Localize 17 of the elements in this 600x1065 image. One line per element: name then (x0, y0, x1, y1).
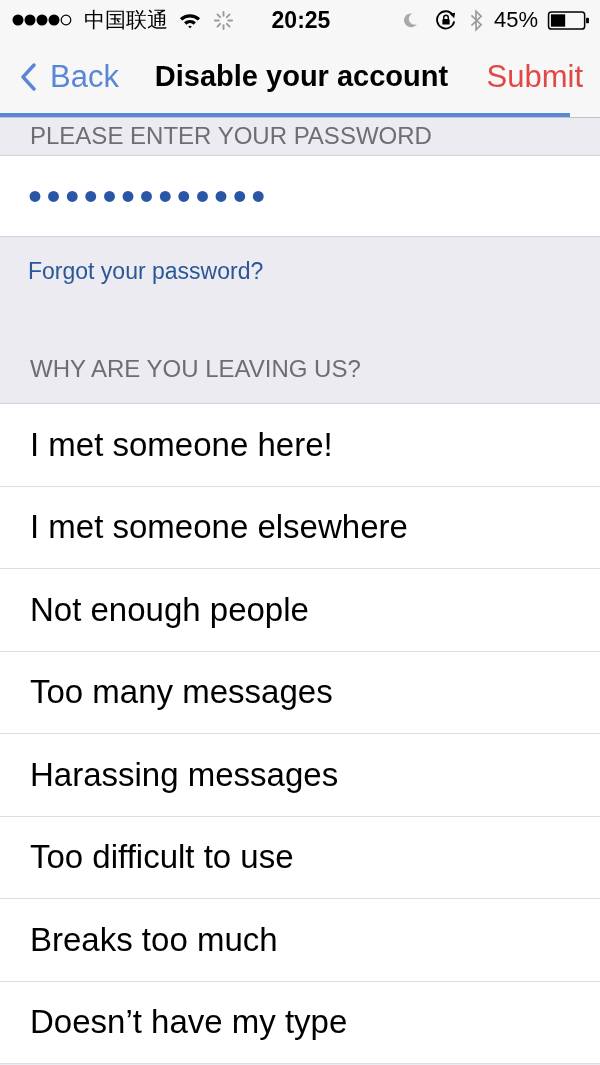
battery-percentage: 45% (493, 7, 538, 33)
moon-icon (403, 12, 417, 28)
chevron-left-icon (20, 62, 36, 91)
battery-icon (547, 10, 590, 30)
status-time: 20:25 (271, 6, 331, 34)
bluetooth-icon (469, 8, 483, 32)
wifi-icon (179, 11, 201, 29)
section-header: PLEASE ENTER YOUR PASSWORD (30, 122, 432, 150)
section-header: WHY ARE YOU LEAVING US? (30, 355, 361, 383)
activity-spinner-icon (214, 10, 233, 30)
nav-title: Disable your account (154, 60, 449, 93)
signal-strength-icon (12, 14, 72, 26)
forgot-password-link[interactable]: Forgot your password? (28, 257, 264, 285)
carrier-name: 中国联通 (84, 7, 168, 33)
password-field[interactable]: ••••••••••••• (0, 155, 600, 237)
submit-button[interactable]: Submit (486, 58, 583, 95)
rotation-lock-icon (434, 10, 457, 30)
